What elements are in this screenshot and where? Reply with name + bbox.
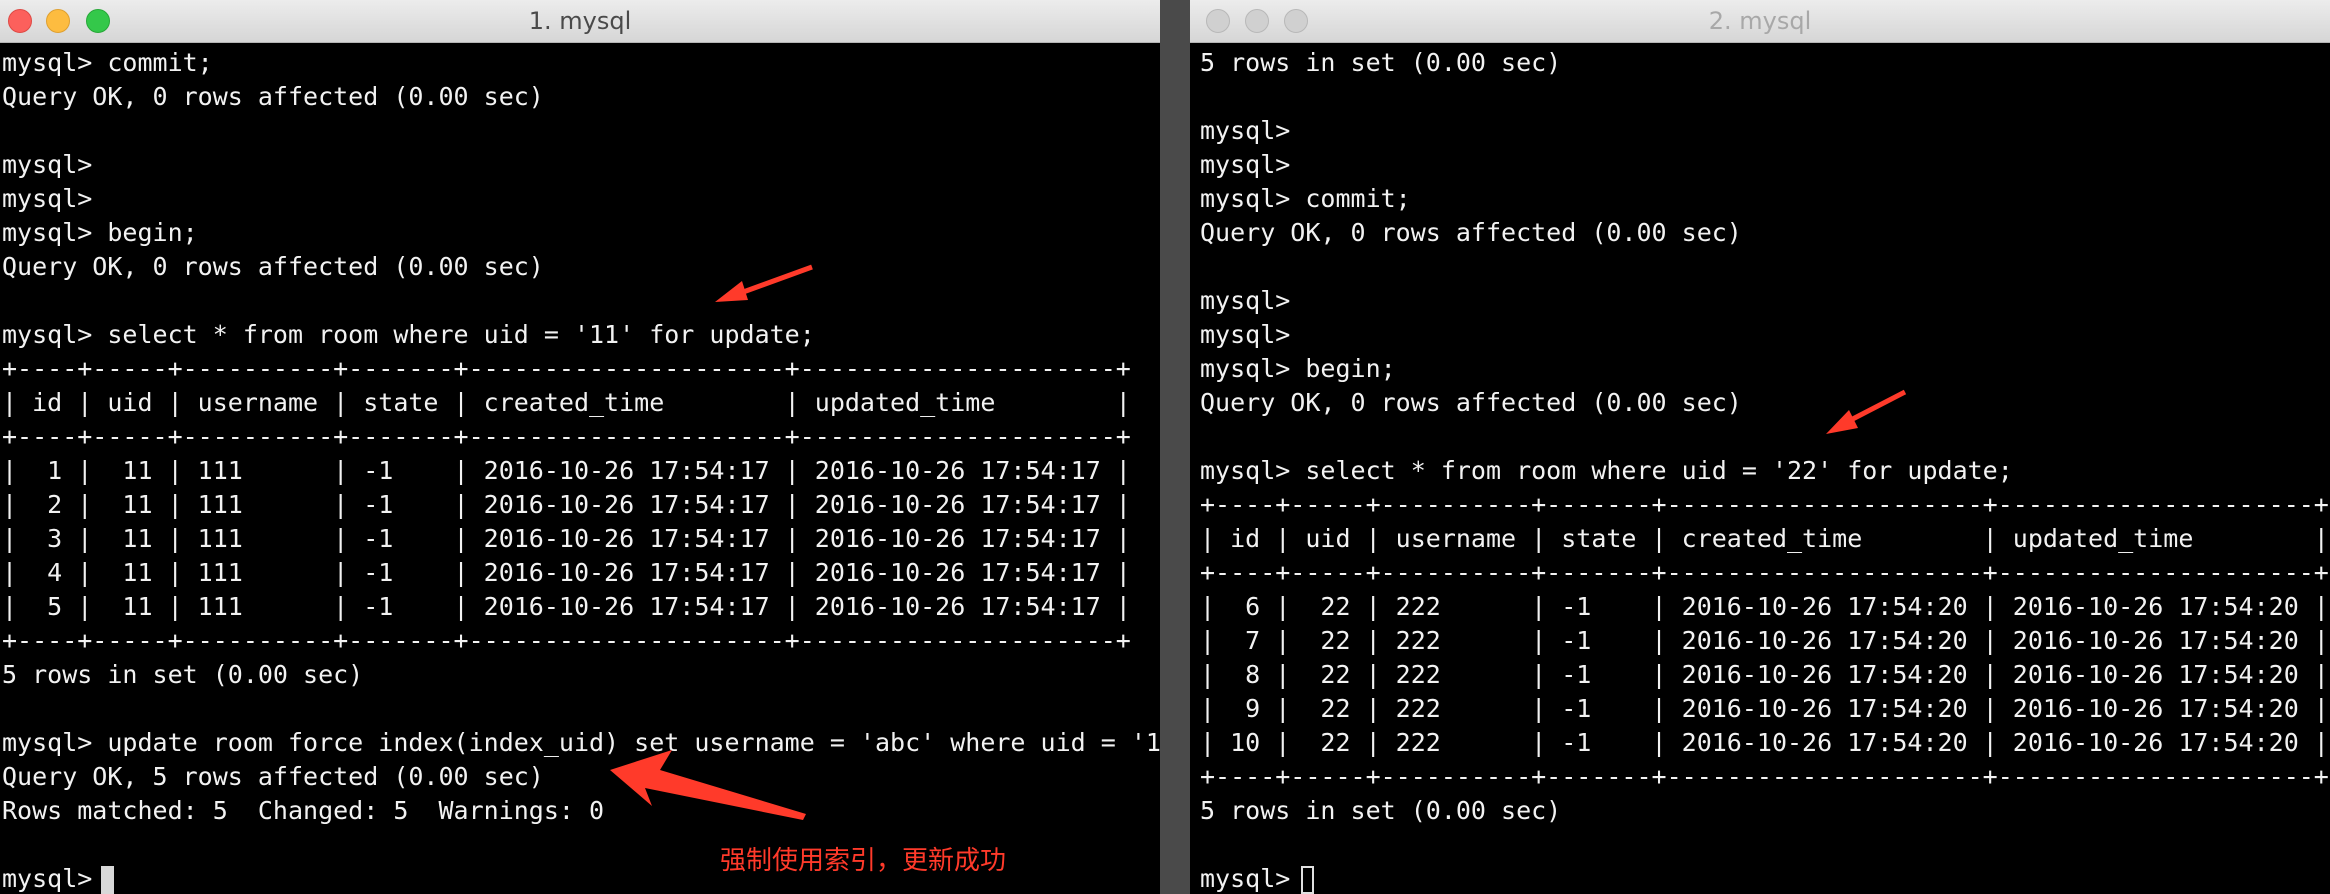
arrow-icon bbox=[715, 264, 813, 302]
arrow-icon bbox=[610, 750, 806, 820]
annotation-arrows bbox=[610, 264, 1907, 820]
annotation-note: 强制使用索引，更新成功 bbox=[720, 846, 1007, 876]
arrow-icon bbox=[1826, 389, 1907, 434]
